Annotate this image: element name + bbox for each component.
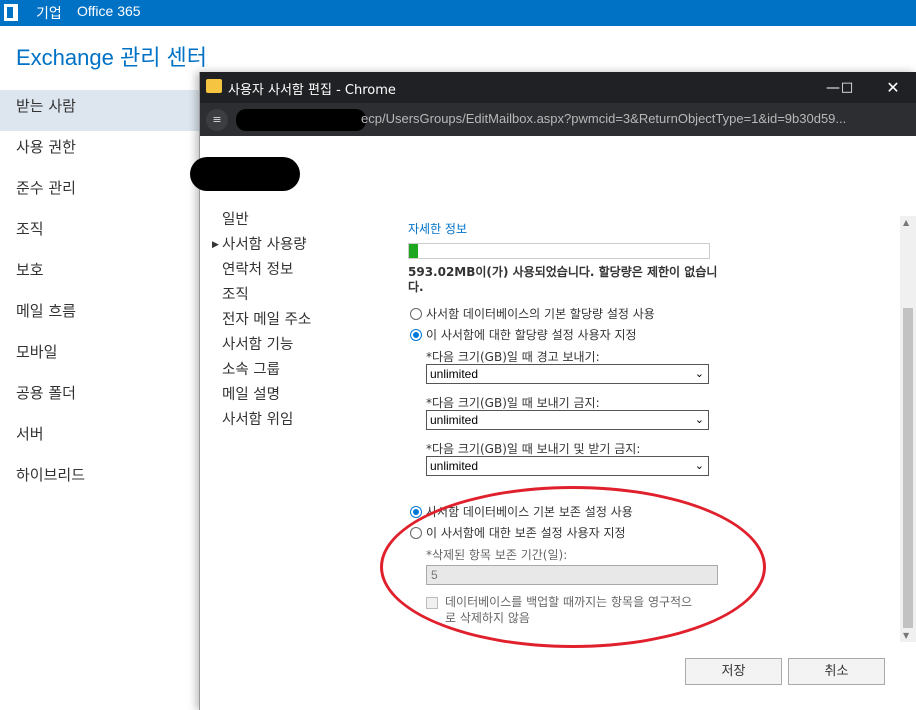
retention-custom-radio[interactable] — [410, 527, 422, 539]
nav-item-servers[interactable]: 서버 — [0, 418, 200, 459]
warn-size-select[interactable]: unlimited ⌄ — [426, 364, 709, 384]
warn-size-label: *다음 크기(GB)일 때 경고 보내기: — [426, 350, 600, 364]
retention-default-label: 사서함 데이터베이스 기본 보존 설정 사용 — [426, 505, 633, 519]
sendrecv-size-label: *다음 크기(GB)일 때 보내기 및 받기 금지: — [426, 442, 641, 456]
redacted-user-name — [190, 157, 300, 191]
send-size-label: *다음 크기(GB)일 때 보내기 금지: — [426, 396, 600, 410]
retention-days-label: *삭제된 항목 보존 기간(일): — [426, 548, 568, 562]
selected-arrow-icon: ▶ — [212, 240, 219, 250]
quota-default-option[interactable]: 사서함 데이터베이스의 기본 할당량 설정 사용 — [410, 305, 655, 322]
nav-item-hybrid[interactable]: 하이브리드 — [0, 459, 200, 500]
quota-default-label: 사서함 데이터베이스의 기본 할당량 설정 사용 — [426, 307, 655, 321]
nav-item-mobile[interactable]: 모바일 — [0, 336, 200, 377]
scroll-down-icon[interactable]: ▼ — [903, 631, 909, 640]
nav-item-mail-flow[interactable]: 메일 흐름 — [0, 295, 200, 336]
quota-custom-option[interactable]: 이 사서함에 대한 할당량 설정 사용자 지정 — [410, 326, 637, 343]
mailbox-tab-nav: 일반 ▶ 사서함 사용량 연락처 정보 조직 전자 메일 주소 사서함 기능 소속… — [212, 208, 311, 433]
retention-custom-option[interactable]: 이 사서함에 대한 보존 설정 사용자 지정 — [410, 524, 626, 541]
tab-mailbox-features[interactable]: 사서함 기능 — [222, 333, 311, 358]
site-settings-icon[interactable]: ≡ — [206, 109, 228, 131]
scrollbar[interactable]: ▲ ▼ — [900, 216, 916, 642]
company-label[interactable]: 기업 — [36, 3, 62, 23]
tab-member-of[interactable]: 소속 그룹 — [222, 358, 311, 383]
send-size-value: unlimited — [430, 413, 479, 427]
quota-custom-radio[interactable] — [410, 329, 422, 341]
window-title: 사용자 사서함 편집 - Chrome — [228, 83, 396, 98]
window-titlebar[interactable]: 사용자 사서함 편집 - Chrome — □ ✕ — [200, 72, 916, 103]
sendrecv-size-value: unlimited — [430, 459, 479, 473]
chevron-down-icon: ⌄ — [694, 460, 704, 472]
details-link[interactable]: 자세한 정보 — [408, 220, 728, 237]
office-topbar: 기업 Office 365 — [0, 0, 916, 26]
tab-general[interactable]: 일반 — [222, 208, 311, 233]
nav-item-public-folders[interactable]: 공용 폴더 — [0, 377, 200, 418]
tab-mail-tip[interactable]: 메일 설명 — [222, 383, 311, 408]
app-icon — [206, 79, 222, 93]
office-logo-icon[interactable] — [4, 4, 18, 21]
usage-text: 593.02MB이(가) 사용되었습니다. 할당량은 제한이 없습니다. — [408, 265, 718, 294]
scroll-up-icon[interactable]: ▲ — [903, 218, 909, 227]
address-bar[interactable]: ≡ ecp/UsersGroups/EditMailbox.aspx?pwmci… — [200, 103, 916, 136]
nav-item-permissions[interactable]: 사용 권한 — [0, 131, 200, 172]
retention-default-radio[interactable] — [410, 506, 422, 518]
nav-item-compliance[interactable]: 준수 관리 — [0, 172, 200, 213]
quota-default-radio[interactable] — [410, 308, 422, 320]
tab-contact-info[interactable]: 연락처 정보 — [222, 258, 311, 283]
usage-section: 자세한 정보 593.02MB이(가) 사용되었습니다. 할당량은 제한이 없습… — [408, 220, 728, 295]
scrollbar-thumb[interactable] — [903, 308, 913, 628]
tab-email-address[interactable]: 전자 메일 주소 — [222, 308, 311, 333]
tab-organization[interactable]: 조직 — [222, 283, 311, 308]
url-text[interactable]: ecp/UsersGroups/EditMailbox.aspx?pwmcid=… — [361, 111, 846, 126]
quota-custom-label: 이 사서함에 대한 할당량 설정 사용자 지정 — [426, 328, 637, 342]
retain-until-backup-checkbox[interactable] — [426, 597, 438, 609]
usage-progress-bar — [408, 243, 710, 259]
retention-custom-label: 이 사서함에 대한 보존 설정 사용자 지정 — [426, 526, 626, 540]
usage-progress-fill — [409, 244, 418, 258]
warn-size-value: unlimited — [430, 367, 479, 381]
chevron-down-icon: ⌄ — [694, 414, 704, 426]
retention-default-option[interactable]: 사서함 데이터베이스 기본 보존 설정 사용 — [410, 503, 633, 520]
tab-mailbox-delegation[interactable]: 사서함 위임 — [222, 408, 311, 433]
close-icon[interactable]: ✕ — [878, 77, 908, 99]
retention-days-input[interactable]: 5 — [426, 565, 718, 585]
nav-item-organization[interactable]: 조직 — [0, 213, 200, 254]
product-label[interactable]: Office 365 — [77, 3, 141, 19]
cancel-button[interactable]: 취소 — [788, 658, 885, 685]
chevron-down-icon: ⌄ — [694, 368, 704, 380]
edit-mailbox-window: 사용자 사서함 편집 - Chrome — □ ✕ ≡ ecp/UsersGro… — [190, 72, 916, 710]
redacted-host — [236, 109, 366, 131]
save-button[interactable]: 저장 — [685, 658, 782, 685]
send-size-select[interactable]: unlimited ⌄ — [426, 410, 709, 430]
retain-until-backup-label: 데이터베이스를 백업할 때까지는 항목을 영구적으로 삭제하지 않음 — [445, 595, 693, 625]
left-nav: 받는 사람 사용 권한 준수 관리 조직 보호 메일 흐름 모바일 공용 폴더 … — [0, 90, 200, 500]
nav-item-protection[interactable]: 보호 — [0, 254, 200, 295]
tab-mailbox-usage-label: 사서함 사용량 — [222, 237, 307, 253]
nav-item-recipients[interactable]: 받는 사람 — [0, 90, 200, 131]
tab-mailbox-usage[interactable]: ▶ 사서함 사용량 — [212, 233, 311, 258]
maximize-icon[interactable]: □ — [832, 77, 862, 99]
page-title: Exchange 관리 센터 — [16, 45, 208, 70]
sendrecv-size-select[interactable]: unlimited ⌄ — [426, 456, 709, 476]
